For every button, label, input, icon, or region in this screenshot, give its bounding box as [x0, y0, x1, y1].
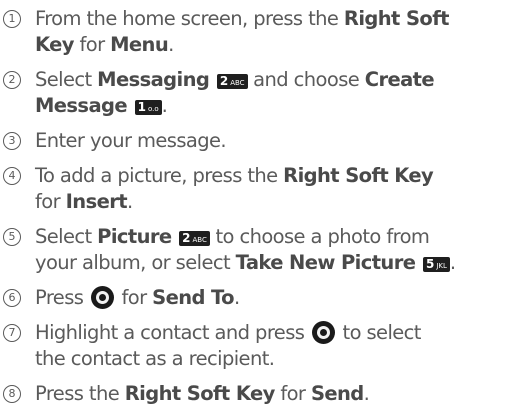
bold-term: Right Soft Key: [124, 382, 276, 405]
step-item: 1 From the home screen, press the Right S…: [3, 6, 522, 58]
bold-term: Picture: [97, 225, 172, 248]
bold-term: Take New Picture: [235, 251, 416, 274]
step-text: To add a picture, press the: [35, 164, 284, 187]
bold-term: Message: [35, 94, 128, 117]
step-text: for: [115, 286, 153, 309]
bold-term: Menu: [110, 33, 169, 56]
step-item: 2 Select Messaging 2 ABC and choose Create…: [3, 67, 522, 119]
step-number: 4: [3, 167, 21, 185]
bold-term: Send: [310, 382, 364, 405]
key-letters: o.o: [147, 105, 159, 113]
step-number: 5: [3, 228, 21, 246]
step-text: to select: [336, 321, 422, 344]
key-letters: ABC: [192, 236, 207, 244]
bold-term: Send To: [152, 286, 234, 309]
step-item: 7 Highlight a contact and press to select…: [3, 320, 522, 372]
step-text: for: [73, 33, 111, 56]
step-text: .: [126, 190, 133, 213]
keypad-key-icon: 2 ABC: [216, 74, 248, 89]
step-number: 8: [3, 385, 21, 403]
step-text: Press the: [35, 382, 125, 405]
step-text: .: [363, 382, 370, 405]
step-item: 5 Select Picture 2 ABC to choose a photo f…: [3, 224, 522, 276]
step-item: 8 Press the Right Soft Key for Send.: [3, 381, 522, 407]
center-nav-key-icon: [311, 321, 335, 344]
keypad-key-icon: 5 JKL: [422, 257, 450, 272]
step-text: From the home screen, press the: [35, 7, 344, 30]
instruction-steps: 1 From the home screen, press the Right S…: [3, 6, 522, 416]
step-text: your album, or select: [35, 251, 236, 274]
center-nav-key-icon: [90, 286, 114, 309]
bold-term: Right Soft Key: [283, 164, 434, 187]
step-number: 6: [3, 289, 21, 307]
step-item: 3 Enter your message.: [3, 128, 522, 154]
key-digit: 2: [182, 231, 191, 245]
step-text: .: [449, 251, 456, 274]
step-text: [172, 225, 178, 248]
bold-term: Key: [35, 33, 75, 56]
key-digit: 1: [137, 100, 146, 114]
key-digit: 2: [219, 74, 229, 88]
step-text: and choose: [247, 68, 365, 91]
step-number: 3: [3, 132, 21, 150]
step-item: 4 To add a picture, press the Right Soft …: [3, 163, 522, 215]
bold-term: Create: [364, 68, 435, 91]
key-digit: 5: [425, 257, 435, 271]
bold-term: Right Soft: [343, 7, 450, 30]
step-text: to choose a photo from: [209, 225, 430, 248]
step-text: Select: [35, 68, 98, 91]
keypad-key-icon: 1 o.o: [134, 100, 162, 115]
step-text: [127, 94, 133, 117]
step-text: .: [161, 94, 168, 117]
step-text: Select: [35, 225, 98, 248]
step-text: Enter your message.: [35, 129, 227, 152]
step-text: [415, 251, 421, 274]
step-text: Highlight a contact and press: [35, 321, 310, 344]
key-letters: ABC: [230, 79, 245, 87]
step-text: Press: [35, 286, 89, 309]
step-number: 2: [3, 71, 21, 89]
step-text: .: [168, 33, 174, 56]
bold-term: Insert: [65, 190, 128, 213]
step-text: for: [35, 190, 66, 213]
bold-term: Messaging: [97, 68, 210, 91]
step-text: for: [274, 382, 311, 405]
step-item: 6 Press for Send To.: [3, 285, 522, 311]
keypad-key-icon: 2 ABC: [179, 231, 210, 246]
step-text: [209, 68, 215, 91]
step-number: 1: [3, 10, 21, 28]
step-text: the contact as a recipient.: [35, 347, 275, 370]
step-text: .: [233, 286, 240, 309]
step-number: 7: [3, 324, 21, 342]
key-letters: JKL: [436, 262, 447, 270]
